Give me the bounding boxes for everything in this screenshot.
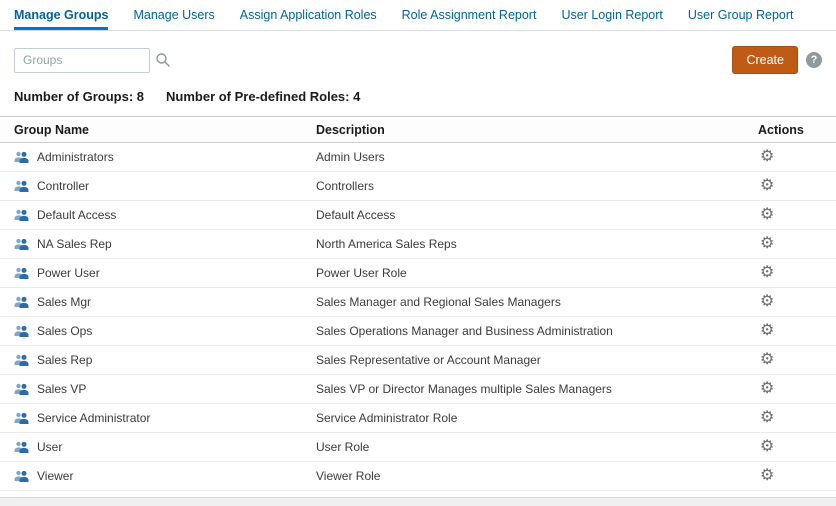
- group-name: Sales Ops: [37, 324, 93, 338]
- group-icon: [14, 383, 29, 395]
- table-row: Administrators Admin Users ⚙: [0, 143, 836, 172]
- group-name: Default Access: [37, 208, 117, 222]
- group-name: User: [37, 440, 63, 454]
- groups-table: Group Name Description Actions Administr…: [0, 116, 836, 491]
- table-row: Power User Power User Role ⚙: [0, 259, 836, 288]
- group-description: North America Sales Reps: [316, 237, 457, 251]
- group-description: Sales Manager and Regional Sales Manager…: [316, 295, 561, 309]
- group-name: Sales VP: [37, 382, 87, 396]
- table-row: Sales Mgr Sales Manager and Regional Sal…: [0, 288, 836, 317]
- groups-search-input[interactable]: [14, 47, 150, 73]
- group-description: Controllers: [316, 179, 375, 193]
- help-icon[interactable]: ?: [806, 52, 822, 68]
- horizontal-scrollbar-track[interactable]: [0, 497, 836, 506]
- table-row: Default Access Default Access ⚙: [0, 201, 836, 230]
- group-name: Controller: [37, 179, 90, 193]
- row-actions-gear-icon[interactable]: ⚙: [760, 265, 774, 281]
- group-icon: [14, 441, 29, 453]
- group-icon: [14, 412, 29, 424]
- table-header-row: Group Name Description Actions: [0, 116, 836, 143]
- table-row: Sales Rep Sales Representative or Accoun…: [0, 346, 836, 375]
- table-row: User User Role ⚙: [0, 433, 836, 462]
- group-icon: [14, 354, 29, 366]
- group-icon: [14, 296, 29, 308]
- tab-user-group-report[interactable]: User Group Report: [688, 0, 794, 30]
- group-name: NA Sales Rep: [37, 237, 112, 251]
- group-name: Service Administrator: [37, 411, 151, 425]
- row-actions-gear-icon[interactable]: ⚙: [760, 236, 774, 252]
- table-row: Viewer Viewer Role ⚙: [0, 462, 836, 491]
- group-icon: [14, 267, 29, 279]
- toolbar: Create ?: [0, 31, 836, 87]
- predefined-roles-count-label: Number of Pre-defined Roles: 4: [166, 89, 361, 104]
- tab-role-assignment-report[interactable]: Role Assignment Report: [402, 0, 537, 30]
- row-actions-gear-icon[interactable]: ⚙: [760, 410, 774, 426]
- group-description: Service Administrator Role: [316, 411, 458, 425]
- group-name: Sales Rep: [37, 353, 93, 367]
- group-name: Sales Mgr: [37, 295, 92, 309]
- row-actions-gear-icon[interactable]: ⚙: [760, 439, 774, 455]
- group-description: Power User Role: [316, 266, 407, 280]
- column-header-actions: Actions: [758, 122, 804, 137]
- row-actions-gear-icon[interactable]: ⚙: [760, 178, 774, 194]
- group-description: Sales Representative or Account Manager: [316, 353, 541, 367]
- group-icon: [14, 238, 29, 250]
- table-row: Service Administrator Service Administra…: [0, 404, 836, 433]
- groups-count-label: Number of Groups: 8: [14, 89, 145, 104]
- group-icon: [14, 151, 29, 163]
- row-actions-gear-icon[interactable]: ⚙: [760, 207, 774, 223]
- table-row: Sales VP Sales VP or Director Manages mu…: [0, 375, 836, 404]
- table-body: Administrators Admin Users ⚙ Controller …: [0, 143, 836, 491]
- group-icon: [14, 209, 29, 221]
- table-row: Controller Controllers ⚙: [0, 172, 836, 201]
- column-header-description: Description: [316, 122, 385, 137]
- group-name: Power User: [37, 266, 100, 280]
- group-description: User Role: [316, 440, 370, 454]
- group-description: Sales VP or Director Manages multiple Sa…: [316, 382, 612, 396]
- summary-bar: Number of Groups: 8 Number of Pre-define…: [0, 87, 836, 116]
- table-row: Sales Ops Sales Operations Manager and B…: [0, 317, 836, 346]
- tab-user-login-report[interactable]: User Login Report: [561, 0, 662, 30]
- row-actions-gear-icon[interactable]: ⚙: [760, 149, 774, 165]
- group-name: Administrators: [37, 150, 114, 164]
- tab-bar: Manage Groups Manage Users Assign Applic…: [0, 0, 836, 31]
- row-actions-gear-icon[interactable]: ⚙: [760, 294, 774, 310]
- row-actions-gear-icon[interactable]: ⚙: [760, 352, 774, 368]
- group-name: Viewer: [37, 469, 74, 483]
- group-icon: [14, 470, 29, 482]
- search-icon[interactable]: [155, 52, 171, 68]
- tab-manage-users[interactable]: Manage Users: [133, 0, 214, 30]
- column-header-group-name: Group Name: [14, 122, 90, 137]
- group-description: Sales Operations Manager and Business Ad…: [316, 324, 613, 338]
- group-icon: [14, 180, 29, 192]
- table-row: NA Sales Rep North America Sales Reps ⚙: [0, 230, 836, 259]
- row-actions-gear-icon[interactable]: ⚙: [760, 381, 774, 397]
- row-actions-gear-icon[interactable]: ⚙: [760, 468, 774, 484]
- row-actions-gear-icon[interactable]: ⚙: [760, 323, 774, 339]
- group-description: Admin Users: [316, 150, 385, 164]
- group-description: Default Access: [316, 208, 396, 222]
- group-icon: [14, 325, 29, 337]
- tab-assign-application-roles[interactable]: Assign Application Roles: [240, 0, 377, 30]
- group-description: Viewer Role: [316, 469, 381, 483]
- tab-manage-groups[interactable]: Manage Groups: [14, 0, 109, 30]
- create-button[interactable]: Create: [732, 46, 798, 74]
